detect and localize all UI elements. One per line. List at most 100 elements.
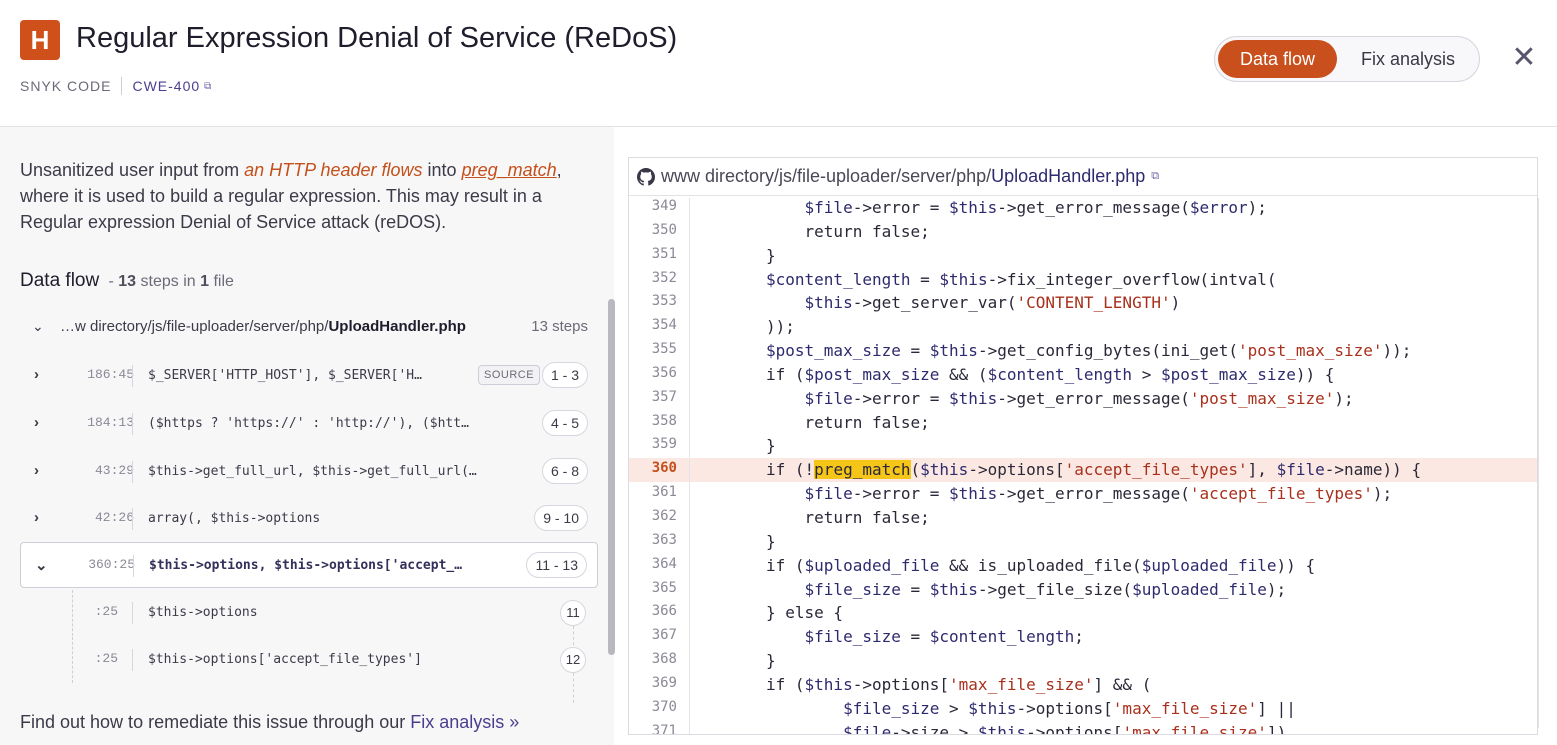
- dataflow-step[interactable]: › 42:26 array(, $this->options 9 - 10: [20, 496, 598, 542]
- divider: [132, 508, 133, 530]
- dataflow-heading: Data flow - 13 steps in 1 file: [20, 270, 234, 292]
- line-number: 350: [651, 221, 677, 238]
- code-line: 353 $this->get_server_var('CONTENT_LENGT…: [629, 291, 1537, 318]
- line-code: $file_size > $this->options['max_file_si…: [689, 698, 1296, 723]
- code-line: 355 $post_max_size = $this->get_config_by…: [629, 339, 1537, 366]
- dataflow-step[interactable]: › 184:13 ($https ? 'https://' : 'http://…: [20, 401, 598, 447]
- step-code: $this->options, $this->options['accept_…: [149, 558, 463, 573]
- divider: [121, 77, 123, 95]
- scrollbar[interactable]: [608, 299, 615, 655]
- line-code: if ($uploaded_file && is_uploaded_file($…: [689, 555, 1315, 580]
- code-line: 354));: [629, 315, 1537, 342]
- tab-data-flow[interactable]: Data flow: [1218, 40, 1337, 78]
- chevron-right-icon[interactable]: ›: [34, 366, 39, 383]
- chevron-down-icon[interactable]: ⌄: [35, 556, 48, 574]
- line-number: 361: [651, 484, 677, 501]
- issue-description: Unsanitized user input from an HTTP head…: [20, 157, 600, 235]
- view-toggle: Data flow Fix analysis: [1214, 36, 1480, 82]
- step-range: 9 - 10: [534, 505, 588, 531]
- code-viewer: www directory/js/file-uploader/server/ph…: [628, 157, 1538, 735]
- tab-fix-analysis[interactable]: Fix analysis: [1343, 40, 1473, 78]
- line-code: $file->error = $this->get_error_message(…: [689, 484, 1392, 509]
- code-line: 360 if (!preg_match($this->options['accep…: [629, 458, 1537, 485]
- line-number: 364: [651, 555, 677, 572]
- line-number: 358: [651, 412, 677, 429]
- chevron-right-icon[interactable]: ›: [34, 509, 39, 526]
- code-file-path[interactable]: www directory/js/file-uploader/server/ph…: [661, 166, 1145, 187]
- line-number: 351: [651, 245, 677, 262]
- file-step-count: 13 steps: [531, 318, 588, 335]
- chevron-right-icon[interactable]: ›: [34, 414, 39, 431]
- step-location: 42:26: [94, 510, 134, 525]
- step-range: 11 - 13: [526, 552, 587, 578]
- line-number: 363: [651, 531, 677, 548]
- code-line: 351}: [629, 244, 1537, 270]
- code-line: 359}: [629, 434, 1537, 461]
- step-code: $this->get_full_url, $this->get_full_url…: [148, 464, 477, 479]
- chevron-right-icon[interactable]: ›: [34, 462, 39, 479]
- dataflow-substep[interactable]: :25 $this->options['accept_file_types'] …: [20, 637, 598, 703]
- line-code: }: [689, 245, 776, 270]
- summary-text: file: [209, 273, 234, 290]
- fix-analysis-link[interactable]: Fix analysis »: [410, 712, 519, 732]
- files-count: 1: [200, 273, 209, 290]
- github-icon: [637, 167, 655, 186]
- substep-code: $this->options['accept_file_types']: [148, 652, 422, 667]
- source-link[interactable]: an HTTP header flows: [244, 160, 422, 180]
- line-number: 371: [651, 722, 677, 735]
- desc-text: into: [422, 160, 462, 180]
- line-number: 354: [651, 317, 677, 334]
- step-range: 4 - 5: [541, 410, 588, 436]
- substep-number: 11: [560, 600, 586, 626]
- divider: [132, 365, 133, 387]
- line-number: 367: [651, 627, 677, 644]
- dataflow-step[interactable]: › 43:29 $this->get_full_url, $this->get_…: [20, 449, 598, 495]
- code-line: 367 $file_size = $content_length;: [629, 625, 1537, 652]
- external-link-icon[interactable]: ⧉: [1151, 170, 1159, 183]
- sink-link[interactable]: preg_match: [462, 160, 557, 180]
- line-code: ));: [689, 317, 795, 342]
- cwe-link[interactable]: CWE-400: [132, 78, 200, 94]
- code-line: 350 return false;: [629, 220, 1537, 246]
- code-scrollbar[interactable]: [1538, 198, 1539, 728]
- line-number: 359: [651, 436, 677, 453]
- divider: [132, 413, 133, 435]
- dataflow-step-selected[interactable]: ⌄ 360:25 $this->options, $this->options[…: [20, 542, 598, 588]
- dataflow-substep[interactable]: :25 $this->options 11: [20, 590, 598, 656]
- step-location: 184:13: [87, 415, 134, 430]
- step-range: 1 - 3: [541, 362, 588, 388]
- desc-text: Unsanitized user input from: [20, 160, 245, 180]
- code-file-header: www directory/js/file-uploader/server/ph…: [629, 158, 1537, 196]
- substep-code: $this->options: [148, 605, 258, 620]
- line-number: 349: [651, 198, 677, 214]
- code-file-dir: www directory/js/file-uploader/server/ph…: [661, 166, 992, 186]
- code-line: 366} else {: [629, 601, 1537, 628]
- issue-meta: SNYK CODE CWE-400 ⧉: [20, 77, 212, 95]
- code-line: 365 $file_size = $this->get_file_size($u…: [629, 578, 1537, 604]
- step-code: ($https ? 'https://' : 'http://'), ($htt…: [148, 416, 469, 431]
- code-line: 369 if ($this->options['max_file_size'] &…: [629, 673, 1537, 699]
- step-location: 186:45: [87, 367, 134, 382]
- chevron-down-icon[interactable]: ⌄: [32, 318, 44, 335]
- file-group-header[interactable]: ⌄ …w directory/js/file-uploader/server/p…: [20, 312, 600, 344]
- line-number: 365: [651, 579, 677, 596]
- details-panel: Unsanitized user input from an HTTP head…: [0, 127, 615, 745]
- line-code: return false;: [689, 412, 930, 437]
- dataflow-step[interactable]: › 186:45 $_SERVER['HTTP_HOST'], $_SERVER…: [20, 353, 598, 399]
- code-file-name: UploadHandler.php: [991, 166, 1146, 186]
- line-code: $file->error = $this->get_error_message(…: [689, 388, 1354, 413]
- line-number: 356: [651, 364, 677, 381]
- line-code: $file_size = $this->get_file_size($uploa…: [689, 579, 1286, 604]
- line-code: $content_length = $this->fix_integer_ove…: [689, 269, 1277, 294]
- code-line: 362 return false;: [629, 506, 1537, 532]
- step-code: array(, $this->options: [148, 511, 321, 526]
- code-line: 368}: [629, 649, 1537, 676]
- line-number: 355: [651, 341, 677, 358]
- close-icon[interactable]: ✕: [1510, 43, 1538, 73]
- external-link-icon: ⧉: [204, 80, 213, 92]
- code-line: 356 if ($post_max_size && ($content_lengt…: [629, 363, 1537, 389]
- issue-title: Regular Expression Denial of Service (Re…: [76, 22, 678, 54]
- file-path: …w directory/js/file-uploader/server/php…: [60, 318, 466, 335]
- code-line: 349 $file->error = $this->get_error_mess…: [629, 196, 1537, 222]
- code-lines: 349 $file->error = $this->get_error_mess…: [629, 196, 1537, 735]
